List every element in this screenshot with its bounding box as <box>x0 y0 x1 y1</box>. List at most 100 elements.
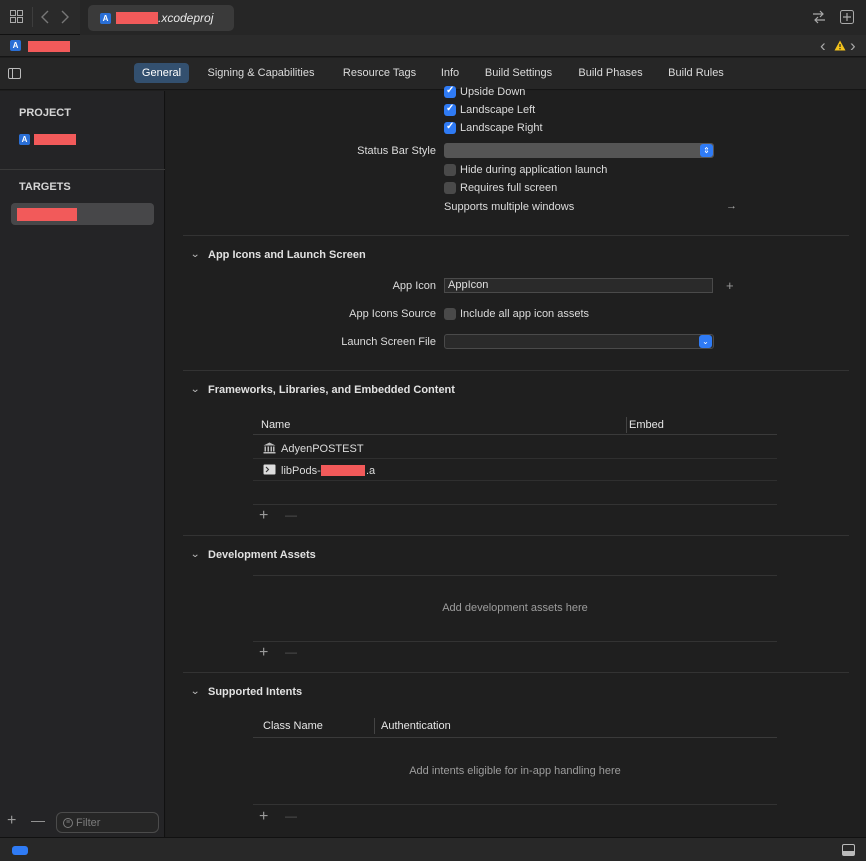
redacted-project-name <box>116 12 158 24</box>
add-intent-button[interactable]: + <box>259 808 268 826</box>
intents-section-title[interactable]: Supported Intents <box>208 686 302 698</box>
divider <box>253 641 777 642</box>
divider <box>253 575 777 576</box>
redacted-project-name <box>34 134 76 145</box>
app-icons-section-title[interactable]: App Icons and Launch Screen <box>208 249 366 261</box>
tab-signing-capabilities[interactable]: Signing & Capabilities <box>198 63 324 83</box>
project-icon[interactable]: A <box>10 40 21 51</box>
include-all-icons-label: Include all app icon assets <box>460 308 590 320</box>
tab-filename: .xcodeproj <box>158 11 214 25</box>
issue-back-button[interactable]: ‹ <box>820 36 826 56</box>
tab-resource-tags[interactable]: Resource Tags <box>334 63 425 83</box>
filter-field[interactable]: ≡ Filter <box>56 812 159 833</box>
xcodeproj-icon: A <box>19 134 30 145</box>
library-name-suffix: .a <box>366 465 376 477</box>
table-row[interactable]: libPods- .a <box>253 460 777 481</box>
editor-tabs-bar: General Signing & Capabilities Resource … <box>0 58 866 90</box>
table-row[interactable]: AdyenPOSTEST <box>253 438 777 459</box>
chevron-left-icon[interactable] <box>40 10 50 27</box>
frameworks-section-title[interactable]: Frameworks, Libraries, and Embedded Cont… <box>208 384 455 396</box>
dev-assets-section-title[interactable]: Development Assets <box>208 549 316 561</box>
arrow-right-icon[interactable]: → <box>726 200 737 212</box>
status-bar-style-label: Status Bar Style <box>357 145 436 157</box>
chevron-down-icon[interactable]: ⌄ <box>190 384 200 395</box>
library-name-prefix: libPods- <box>281 465 321 477</box>
framework-name: AdyenPOSTEST <box>281 443 364 455</box>
file-tab[interactable]: A .xcodeproj <box>88 5 234 31</box>
warning-icon[interactable] <box>834 40 846 54</box>
debug-area-toggle-icon[interactable] <box>842 844 855 859</box>
upside-down-checkbox[interactable] <box>444 85 456 98</box>
remove-target-button[interactable]: — <box>31 812 45 828</box>
add-dev-asset-button[interactable]: + <box>259 644 268 662</box>
landscape-left-label: Landscape Left <box>460 104 536 116</box>
chevron-down-icon[interactable]: ⌄ <box>190 549 200 560</box>
chevron-updown-icon: ⇕ <box>700 144 713 157</box>
frameworks-table-header: Name Embed <box>253 415 777 435</box>
supports-multiple-windows-label: Supports multiple windows <box>444 201 575 213</box>
bank-icon <box>263 442 276 457</box>
tab-build-rules[interactable]: Build Rules <box>661 63 731 83</box>
redacted-target-name <box>17 208 77 221</box>
requires-full-screen-checkbox[interactable] <box>444 182 456 194</box>
remove-intent-button[interactable]: — <box>285 809 297 823</box>
add-target-button[interactable]: + <box>7 812 16 830</box>
divider <box>183 370 849 371</box>
launch-screen-popup[interactable]: ⌄ <box>444 334 714 349</box>
redacted-library-name <box>321 465 365 476</box>
hide-during-launch-checkbox[interactable] <box>444 164 456 176</box>
target-item-selected[interactable] <box>11 203 154 225</box>
remove-framework-button[interactable]: — <box>285 508 297 522</box>
app-icon-label: App Icon <box>392 280 436 292</box>
requires-full-screen-label: Requires full screen <box>460 182 558 194</box>
divider <box>183 672 849 673</box>
chevron-down-icon: ⌄ <box>699 335 712 348</box>
plus-square-icon[interactable] <box>840 10 854 27</box>
grid-icon[interactable] <box>10 10 23 23</box>
column-header-embed[interactable]: Embed <box>629 419 664 431</box>
divider <box>253 504 777 505</box>
tab-build-settings[interactable]: Build Settings <box>476 63 561 83</box>
launch-screen-label: Launch Screen File <box>341 336 436 348</box>
chevron-down-icon[interactable]: ⌄ <box>190 686 200 697</box>
include-all-icons-checkbox[interactable] <box>444 308 456 320</box>
sidebar-toggle-icon[interactable] <box>8 68 21 82</box>
add-app-icon-button[interactable]: + <box>726 278 734 293</box>
column-header-name[interactable]: Name <box>261 419 290 431</box>
jump-bar: A ‹ › <box>0 35 866 57</box>
hide-during-launch-label: Hide during application launch <box>460 164 608 176</box>
project-item[interactable]: A <box>19 134 76 145</box>
issue-forward-button[interactable]: › <box>850 36 856 56</box>
divider <box>626 417 627 433</box>
filter-icon: ≡ <box>63 817 73 828</box>
landscape-left-checkbox[interactable] <box>444 103 456 116</box>
column-header-class-name[interactable]: Class Name <box>263 720 323 732</box>
landscape-right-checkbox[interactable] <box>444 121 456 134</box>
project-header: PROJECT <box>19 107 71 119</box>
status-bar-style-popup[interactable]: ⇕ <box>444 143 714 158</box>
remove-dev-asset-button[interactable]: — <box>285 645 297 659</box>
swap-arrows-icon[interactable] <box>812 10 826 27</box>
tab-info[interactable]: Info <box>434 63 466 83</box>
divider <box>374 718 375 734</box>
tab-general[interactable]: General <box>134 63 189 83</box>
project-sidebar: PROJECT A TARGETS <box>0 91 165 837</box>
filter-placeholder: Filter <box>76 816 101 829</box>
debug-bottom-bar <box>0 837 866 861</box>
app-icon-field[interactable]: AppIcon <box>444 278 713 293</box>
tab-build-phases[interactable]: Build Phases <box>571 63 650 83</box>
column-header-authentication[interactable]: Authentication <box>381 720 451 732</box>
divider <box>183 535 849 536</box>
divider <box>183 235 849 236</box>
redacted-breadcrumb[interactable] <box>28 41 70 52</box>
chevron-right-icon[interactable] <box>60 10 70 27</box>
targets-header: TARGETS <box>19 181 71 193</box>
chevron-down-icon[interactable]: ⌄ <box>190 249 200 260</box>
add-framework-button[interactable]: + <box>259 507 268 525</box>
divider <box>0 169 165 170</box>
divider <box>253 804 777 805</box>
breakpoints-toggle-icon[interactable] <box>12 846 28 855</box>
upside-down-label: Upside Down <box>460 86 526 98</box>
landscape-right-label: Landscape Right <box>460 122 543 134</box>
app-icons-source-label: App Icons Source <box>349 308 436 320</box>
